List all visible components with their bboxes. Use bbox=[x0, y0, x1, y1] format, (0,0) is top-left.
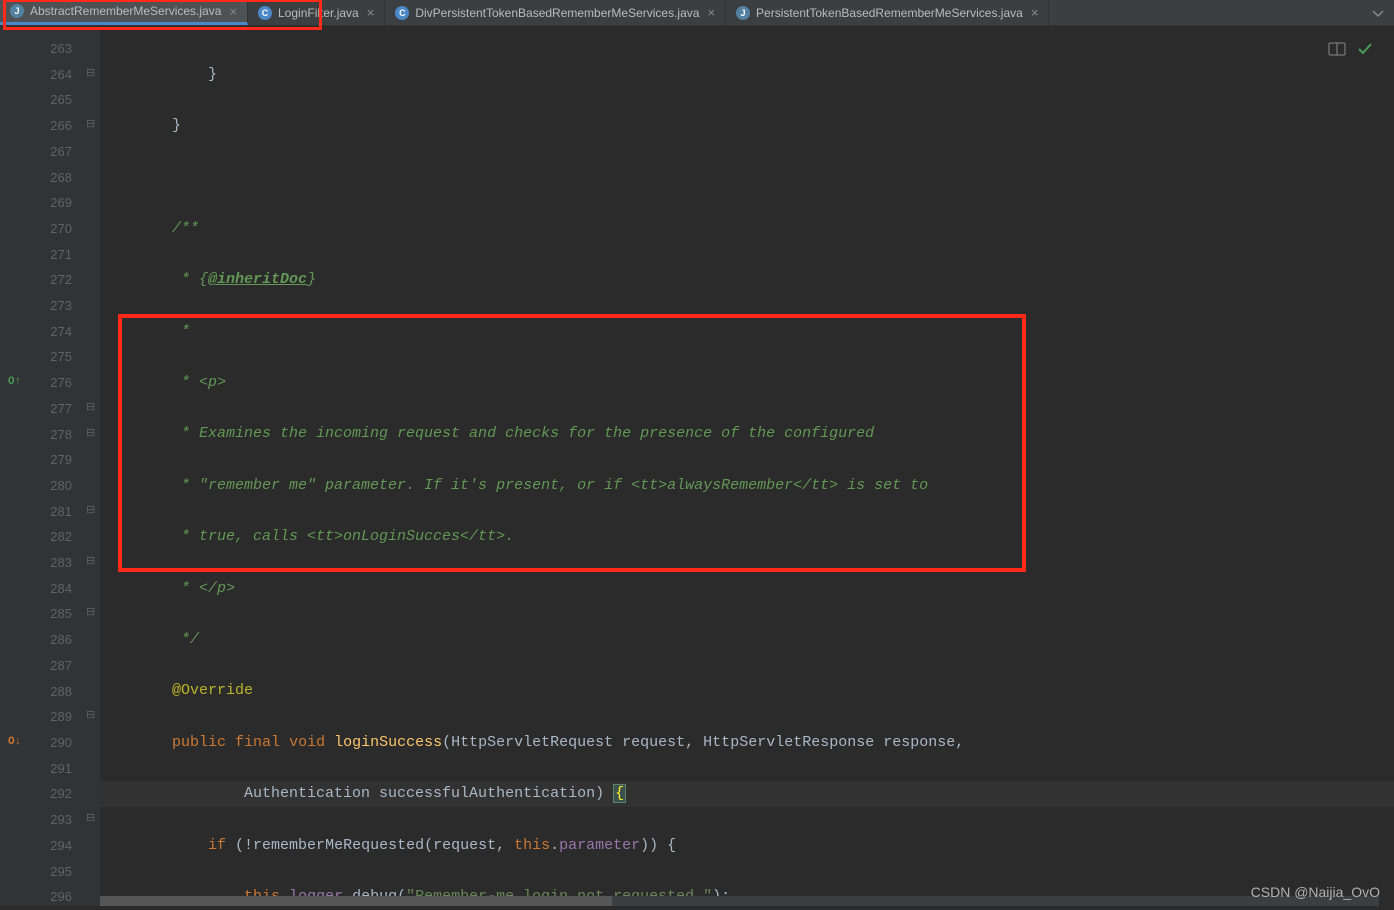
scrollbar-thumb[interactable] bbox=[100, 896, 612, 906]
fold-marker bbox=[86, 781, 100, 807]
line-number: 286 bbox=[34, 627, 72, 653]
fold-marker bbox=[86, 293, 100, 319]
fold-marker bbox=[86, 524, 100, 550]
line-number: 279 bbox=[34, 447, 72, 473]
line-number: 289 bbox=[34, 704, 72, 730]
line-number: 263 bbox=[34, 36, 72, 62]
line-number: 273 bbox=[34, 293, 72, 319]
fold-marker[interactable]: ⊟ bbox=[86, 113, 100, 139]
line-number: 293 bbox=[34, 807, 72, 833]
line-number: 275 bbox=[34, 344, 72, 370]
line-number: 295 bbox=[34, 859, 72, 885]
fold-marker bbox=[86, 627, 100, 653]
fold-marker bbox=[86, 267, 100, 293]
fold-marker[interactable]: ⊟ bbox=[86, 704, 100, 730]
fold-marker[interactable]: ⊟ bbox=[86, 396, 100, 422]
close-icon[interactable]: × bbox=[229, 4, 237, 19]
fold-marker[interactable]: ⊟ bbox=[86, 807, 100, 833]
line-number-gutter: 2632642652662672682692702712722732742752… bbox=[34, 26, 86, 906]
line-number: 292 bbox=[34, 781, 72, 807]
line-number: 272 bbox=[34, 267, 72, 293]
java-file-icon: J bbox=[10, 4, 24, 18]
fold-marker[interactable]: ⊟ bbox=[86, 422, 100, 448]
fold-marker bbox=[86, 36, 100, 62]
tab-loginfilter[interactable]: C LoginFilter.java × bbox=[248, 0, 385, 25]
fold-marker bbox=[86, 190, 100, 216]
line-number: 283 bbox=[34, 550, 72, 576]
tab-divpersistenttoken[interactable]: C DivPersistentTokenBasedRememberMeServi… bbox=[385, 0, 726, 25]
watermark: CSDN @Naijia_OvO bbox=[1251, 884, 1380, 900]
fold-marker bbox=[86, 216, 100, 242]
line-number: 280 bbox=[34, 473, 72, 499]
fold-marker bbox=[86, 833, 100, 859]
fold-marker bbox=[86, 165, 100, 191]
line-number: 268 bbox=[34, 165, 72, 191]
line-number: 276 bbox=[34, 370, 72, 396]
fold-marker bbox=[86, 756, 100, 782]
tab-overflow[interactable] bbox=[1370, 0, 1394, 25]
fold-gutter: ⊟ ⊟ ⊟⊟ ⊟ ⊟ ⊟ ⊟ ⊟ bbox=[86, 26, 100, 906]
fold-marker[interactable]: ⊟ bbox=[86, 550, 100, 576]
fold-marker[interactable]: ⊟ bbox=[86, 601, 100, 627]
line-number: 277 bbox=[34, 396, 72, 422]
tab-label: PersistentTokenBasedRememberMeServices.j… bbox=[756, 6, 1023, 20]
close-icon[interactable]: × bbox=[367, 5, 375, 20]
fold-marker bbox=[86, 859, 100, 885]
fold-marker bbox=[86, 87, 100, 113]
line-number: 265 bbox=[34, 87, 72, 113]
tab-label: LoginFilter.java bbox=[278, 6, 359, 20]
fold-marker[interactable]: ⊟ bbox=[86, 62, 100, 88]
tab-persistenttoken[interactable]: J PersistentTokenBasedRememberMeServices… bbox=[726, 0, 1049, 25]
fold-marker bbox=[86, 884, 100, 910]
line-number: 266 bbox=[34, 113, 72, 139]
fold-marker bbox=[86, 473, 100, 499]
fold-marker bbox=[86, 653, 100, 679]
code-editor[interactable]: } } /** * {@inheritDoc} * * <p> * Examin… bbox=[100, 26, 1394, 906]
fold-marker[interactable]: ⊟ bbox=[86, 499, 100, 525]
line-number: 269 bbox=[34, 190, 72, 216]
line-number: 278 bbox=[34, 422, 72, 448]
line-number: 294 bbox=[34, 833, 72, 859]
line-number: 274 bbox=[34, 319, 72, 345]
line-number: 271 bbox=[34, 242, 72, 268]
marker-gutter: O↑ O↓ bbox=[0, 26, 34, 906]
horizontal-scrollbar[interactable] bbox=[100, 896, 1379, 906]
line-number: 291 bbox=[34, 756, 72, 782]
editor-area: O↑ O↓ 2632642652662672682692702712722732… bbox=[0, 26, 1394, 906]
class-file-icon: C bbox=[395, 6, 409, 20]
java-file-icon: J bbox=[736, 6, 750, 20]
line-number: 288 bbox=[34, 679, 72, 705]
close-icon[interactable]: × bbox=[707, 5, 715, 20]
override-up-marker[interactable]: O↑ bbox=[0, 370, 34, 396]
fold-marker bbox=[86, 319, 100, 345]
line-number: 287 bbox=[34, 653, 72, 679]
line-number: 267 bbox=[34, 139, 72, 165]
line-number: 285 bbox=[34, 601, 72, 627]
brace-highlight: { bbox=[613, 784, 626, 803]
fold-marker bbox=[86, 344, 100, 370]
fold-marker bbox=[86, 139, 100, 165]
fold-marker bbox=[86, 447, 100, 473]
class-file-icon: C bbox=[258, 6, 272, 20]
line-number: 282 bbox=[34, 524, 72, 550]
line-number: 290 bbox=[34, 730, 72, 756]
override-down-marker[interactable]: O↓ bbox=[0, 730, 34, 756]
line-number: 296 bbox=[34, 884, 72, 910]
chevron-down-icon bbox=[1370, 5, 1386, 21]
fold-marker bbox=[86, 730, 100, 756]
fold-marker bbox=[86, 679, 100, 705]
editor-tab-bar: J AbstractRememberMeServices.java × C Lo… bbox=[0, 0, 1394, 26]
close-icon[interactable]: × bbox=[1031, 5, 1039, 20]
line-number: 264 bbox=[34, 62, 72, 88]
tab-abstractremembermeservices[interactable]: J AbstractRememberMeServices.java × bbox=[0, 0, 248, 25]
fold-marker bbox=[86, 576, 100, 602]
line-number: 270 bbox=[34, 216, 72, 242]
tab-label: AbstractRememberMeServices.java bbox=[30, 4, 221, 18]
fold-marker bbox=[86, 370, 100, 396]
tab-label: DivPersistentTokenBasedRememberMeService… bbox=[415, 6, 699, 20]
fold-marker bbox=[86, 242, 100, 268]
line-number: 284 bbox=[34, 576, 72, 602]
line-number: 281 bbox=[34, 499, 72, 525]
